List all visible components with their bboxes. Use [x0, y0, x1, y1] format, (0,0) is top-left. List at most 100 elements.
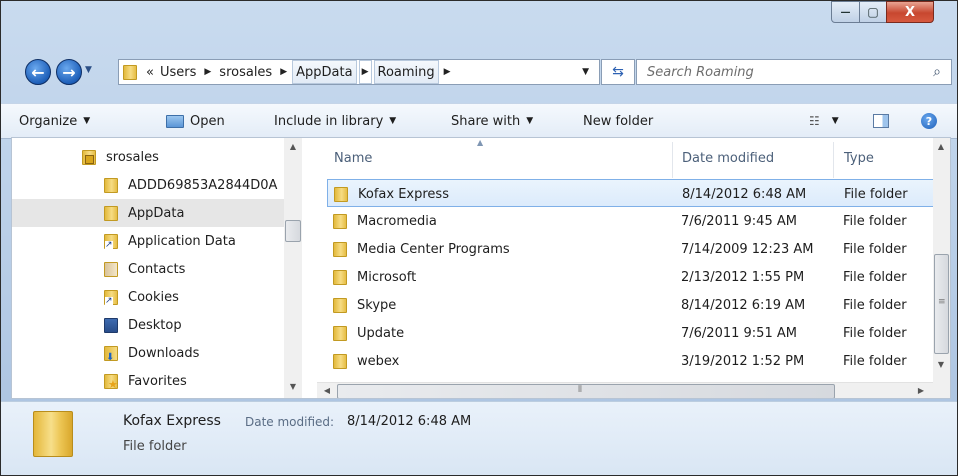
folder-icon: [104, 205, 118, 221]
nav-item-label: AppData: [128, 205, 185, 221]
file-name: Media Center Programs: [357, 241, 510, 257]
breadcrumb-roaming[interactable]: Roaming: [373, 60, 439, 84]
scroll-up-icon[interactable]: ▲: [285, 142, 301, 151]
nav-item-appdata[interactable]: AppData: [12, 199, 284, 227]
file-name: Kofax Express: [358, 186, 449, 202]
open-folder-icon: [166, 114, 184, 128]
address-bar[interactable]: « Users ▶ srosales ▶ AppData ▶ Roaming ▶…: [118, 59, 600, 85]
file-date: 3/19/2012 1:52 PM: [681, 353, 805, 369]
share-with-label: Share with: [451, 113, 521, 129]
downloads-icon: [104, 345, 118, 363]
help-button[interactable]: ?: [921, 104, 937, 138]
file-row-update[interactable]: Update 7/6/2011 9:51 AM File folder: [327, 319, 937, 347]
nav-item-contacts[interactable]: Contacts: [12, 255, 284, 283]
file-row-microsoft[interactable]: Microsoft 2/13/2012 1:55 PM File folder: [327, 263, 937, 291]
column-header-name[interactable]: Name: [334, 138, 372, 178]
forward-button[interactable]: →: [56, 59, 82, 85]
organize-menu[interactable]: Organize ▼: [19, 104, 90, 138]
nav-item-favorites[interactable]: Favorites: [12, 367, 284, 395]
refresh-button[interactable]: ⇆: [601, 59, 635, 85]
nav-pane-scrollbar[interactable]: ▲ ▼: [284, 138, 302, 398]
folder-icon: [123, 64, 137, 80]
details-date-label: Date modified:: [245, 415, 335, 429]
nav-item-srosales[interactable]: srosales: [12, 143, 354, 171]
breadcrumb-overflow[interactable]: «: [143, 60, 157, 84]
close-icon: X: [904, 4, 916, 20]
include-in-library-menu[interactable]: Include in library ▼: [274, 104, 396, 138]
search-icon[interactable]: ⌕: [923, 64, 951, 80]
sort-ascending-icon: ▲: [477, 138, 484, 147]
close-button[interactable]: X: [886, 1, 934, 23]
folder-icon: [333, 213, 347, 229]
breadcrumb-separator-icon[interactable]: ▶: [280, 67, 287, 77]
scroll-up-icon[interactable]: ▲: [933, 142, 949, 151]
file-type: File folder: [843, 241, 907, 257]
back-arrow-icon: ←: [31, 62, 45, 82]
maximize-icon: ▢: [867, 5, 879, 19]
contacts-icon: [104, 261, 118, 277]
nav-item-downloads[interactable]: Downloads: [12, 339, 284, 367]
file-date: 8/14/2012 6:19 AM: [681, 297, 806, 313]
nav-scroll-thumb[interactable]: [285, 220, 301, 242]
new-folder-button[interactable]: New folder: [583, 104, 653, 138]
minimize-icon: —: [840, 6, 851, 18]
breadcrumb-srosales[interactable]: srosales: [216, 60, 275, 84]
file-date: 7/6/2011 9:45 AM: [681, 213, 797, 229]
breadcrumb-separator-icon[interactable]: ▶: [358, 60, 372, 84]
column-divider[interactable]: [833, 142, 834, 178]
favorites-icon: [104, 373, 118, 391]
include-in-library-label: Include in library: [274, 113, 384, 129]
navigation-pane: srosales ADDD69853A2844D0A AppData Appli…: [12, 138, 307, 398]
breadcrumb-appdata[interactable]: AppData: [292, 60, 357, 84]
folder-icon: [333, 325, 347, 341]
shortcut-folder-icon: [104, 289, 118, 306]
breadcrumb-separator-icon[interactable]: ▶: [444, 67, 451, 77]
column-header-type[interactable]: Type: [844, 138, 874, 178]
preview-pane-button[interactable]: [873, 104, 889, 138]
chevron-down-icon: ▼: [526, 116, 534, 126]
back-button[interactable]: ←: [25, 59, 51, 85]
file-row-webex[interactable]: webex 3/19/2012 1:52 PM File folder: [327, 347, 937, 375]
change-view-button[interactable]: ☷ ▼: [809, 104, 839, 138]
breadcrumb-separator-icon[interactable]: ▶: [204, 67, 211, 77]
column-divider[interactable]: [672, 142, 673, 178]
minimize-button[interactable]: —: [831, 1, 860, 23]
file-row-media-center-programs[interactable]: Media Center Programs 7/14/2009 12:23 AM…: [327, 235, 937, 263]
folder-icon: [33, 411, 73, 457]
address-dropdown-icon[interactable]: ▼: [582, 67, 589, 77]
file-list-scroll-thumb[interactable]: ≡: [934, 254, 949, 354]
desktop-icon: [104, 317, 118, 333]
file-type: File folder: [843, 353, 907, 369]
recent-pages-chevron-icon[interactable]: ▼: [85, 65, 92, 75]
refresh-icon: ⇆: [612, 64, 624, 80]
share-with-menu[interactable]: Share with ▼: [451, 104, 533, 138]
forward-arrow-icon: →: [62, 62, 76, 82]
nav-item-application-data[interactable]: Application Data: [12, 227, 284, 255]
search-box[interactable]: Search Roaming ⌕: [636, 59, 952, 85]
nav-item-desktop[interactable]: Desktop: [12, 311, 284, 339]
nav-item-cookies[interactable]: Cookies: [12, 283, 284, 311]
file-list-scrollbar[interactable]: ▲ ≡ ▼: [933, 138, 950, 398]
column-header-date-modified[interactable]: Date modified: [682, 138, 774, 178]
scroll-down-icon[interactable]: ▼: [285, 382, 301, 391]
file-list-horizontal-scrollbar[interactable]: ◀ ⦀ ▶: [317, 382, 933, 398]
search-input[interactable]: Search Roaming: [637, 65, 923, 80]
explorer-window: — ▢ X ← → ▼ « Users ▶ srosales ▶ AppData…: [0, 0, 958, 476]
breadcrumb-users[interactable]: Users: [157, 60, 199, 84]
folder-icon: [333, 297, 347, 313]
nav-item-addd69853a2844d0a[interactable]: ADDD69853A2844D0A: [12, 171, 284, 199]
new-folder-label: New folder: [583, 113, 654, 129]
open-button[interactable]: Open: [166, 104, 225, 138]
file-row-skype[interactable]: Skype 8/14/2012 6:19 AM File folder: [327, 291, 937, 319]
scroll-right-icon[interactable]: ▶: [913, 386, 929, 395]
scroll-left-icon[interactable]: ◀: [319, 386, 335, 395]
file-type: File folder: [844, 186, 908, 202]
help-icon: ?: [921, 113, 937, 129]
scroll-down-icon[interactable]: ▼: [933, 360, 949, 369]
file-row-macromedia[interactable]: Macromedia 7/6/2011 9:45 AM File folder: [327, 207, 937, 235]
details-date-value: 8/14/2012 6:48 AM: [347, 414, 472, 429]
horizontal-scroll-thumb[interactable]: ⦀: [337, 384, 835, 398]
maximize-button[interactable]: ▢: [859, 1, 887, 23]
file-row-kofax-express[interactable]: Kofax Express 8/14/2012 6:48 AM File fol…: [327, 179, 937, 207]
nav-item-label: Contacts: [128, 261, 186, 277]
